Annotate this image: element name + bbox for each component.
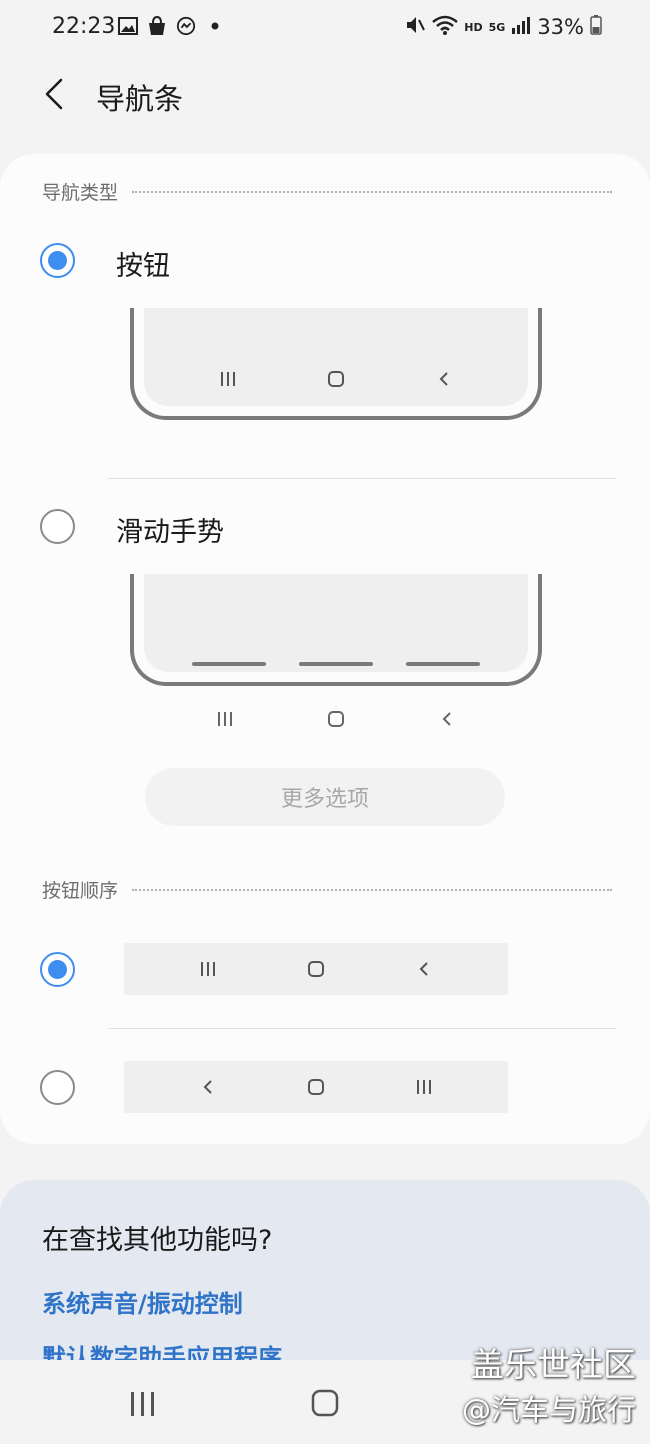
wifi-icon	[432, 14, 459, 40]
buttons-preview[interactable]	[130, 308, 542, 420]
gesture-preview[interactable]	[130, 574, 542, 686]
watermark-community: 盖乐世社区	[471, 1345, 636, 1384]
settings-card: 导航类型 按钮 滑动手势 更多选项 按钮顺序	[0, 154, 650, 1144]
option-label-swipe-gestures[interactable]: 滑动手势	[116, 510, 224, 549]
system-recents-button[interactable]	[128, 1390, 158, 1422]
watermark-author: @汽车与旅行	[461, 1393, 636, 1427]
dot-icon	[205, 16, 225, 36]
gesture-nav-icons	[170, 704, 502, 734]
recents-icon	[213, 364, 243, 394]
recents-icon	[409, 1072, 439, 1102]
recents-icon	[131, 1392, 154, 1416]
order-preview-back-home-recents[interactable]	[124, 1061, 508, 1113]
order-preview-recents-home-back[interactable]	[124, 943, 508, 995]
messenger-icon	[176, 16, 196, 36]
gesture-hint-bar	[192, 662, 266, 666]
preview-nav-icons	[174, 364, 498, 394]
preview-screen	[144, 574, 528, 672]
radio-swipe-gestures[interactable]	[40, 509, 75, 544]
link-sound-vibration[interactable]: 系统声音/振动控制	[42, 1284, 243, 1319]
suggestions-title: 在查找其他功能吗?	[42, 1225, 273, 1256]
back-icon	[432, 704, 462, 734]
back-icon	[193, 1072, 223, 1102]
home-icon	[311, 1389, 339, 1417]
radio-buttons[interactable]	[40, 243, 75, 278]
shopping-bag-icon	[147, 16, 167, 36]
mute-vibrate-icon	[404, 14, 426, 40]
back-arrow-icon	[45, 78, 63, 110]
back-icon	[429, 364, 459, 394]
gallery-icon	[118, 16, 138, 36]
gesture-hint-bar	[406, 662, 480, 666]
system-home-button[interactable]	[310, 1388, 340, 1422]
back-icon	[409, 954, 439, 984]
home-icon	[321, 364, 351, 394]
status-right-icons: HD 5G 33%	[404, 14, 602, 40]
section-navigation-type: 导航类型	[42, 178, 612, 205]
section-divider	[132, 888, 612, 891]
battery-icon	[590, 15, 602, 39]
home-icon	[301, 1072, 331, 1102]
app-bar: 导航条	[0, 60, 650, 130]
back-button[interactable]	[34, 74, 74, 114]
section-title: 按钮顺序	[42, 880, 119, 902]
section-title: 导航类型	[42, 182, 119, 204]
recents-icon	[193, 954, 223, 984]
5g-icon: 5G	[488, 20, 506, 34]
section-divider	[132, 190, 612, 193]
gesture-hint-bar	[299, 662, 373, 666]
status-left-icons	[118, 16, 225, 36]
option-label-buttons[interactable]: 按钮	[116, 244, 170, 283]
hd-icon: HD	[464, 20, 483, 34]
divider	[108, 1028, 616, 1029]
divider	[108, 478, 616, 479]
signal-icon	[511, 16, 531, 38]
home-icon	[321, 704, 351, 734]
more-options-button[interactable]: 更多选项	[145, 768, 505, 826]
home-icon	[301, 954, 331, 984]
status-time: 22:23	[52, 14, 116, 39]
battery-percentage: 33%	[537, 15, 584, 39]
radio-order-recents-home-back[interactable]	[40, 952, 75, 987]
radio-order-back-home-recents[interactable]	[40, 1070, 75, 1105]
status-bar: 22:23 HD 5G 33%	[0, 0, 650, 58]
section-button-order: 按钮顺序	[42, 876, 612, 903]
page-title: 导航条	[96, 82, 184, 116]
recents-icon	[210, 704, 240, 734]
